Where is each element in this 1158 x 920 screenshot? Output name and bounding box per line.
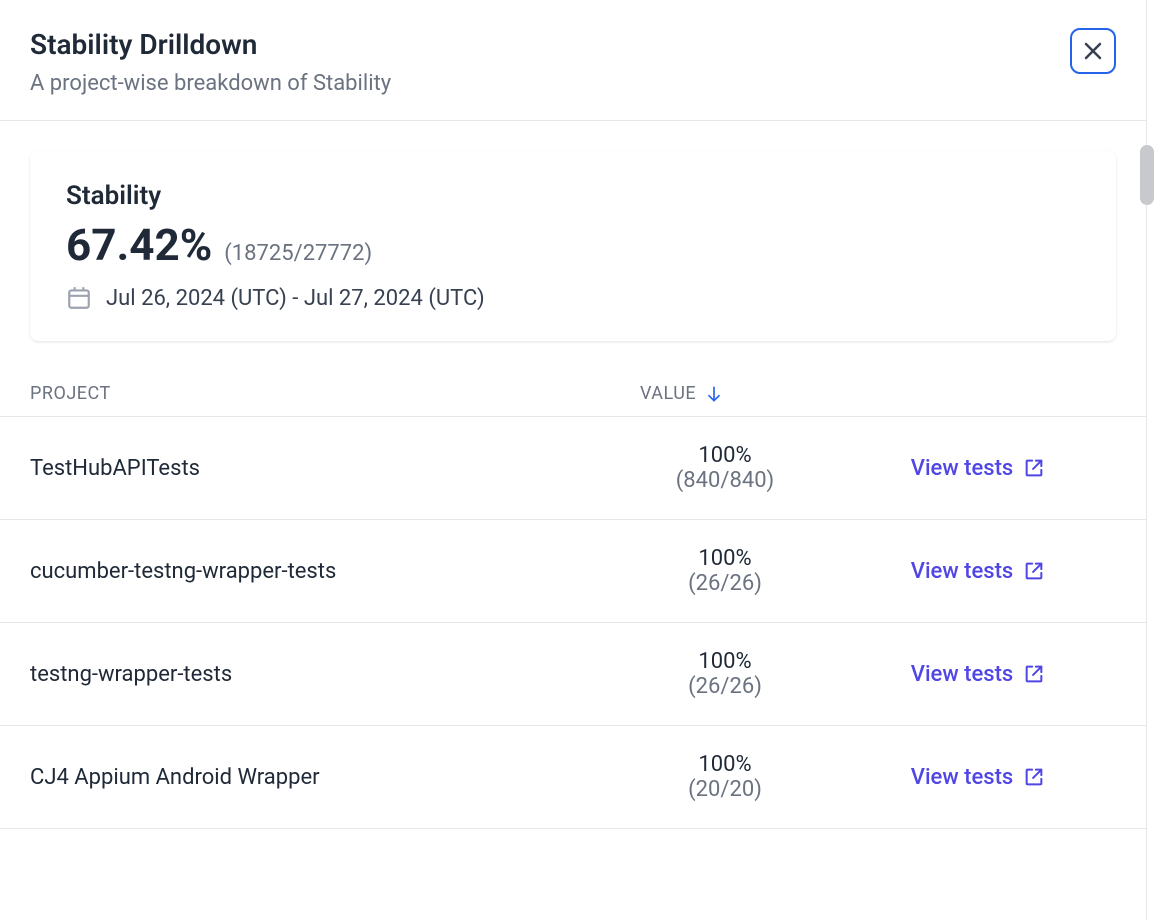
calendar-icon (66, 285, 92, 311)
summary-date-row: Jul 26, 2024 (UTC) - Jul 27, 2024 (UTC) (66, 285, 1080, 311)
external-link-icon (1023, 560, 1045, 582)
view-tests-label: View tests (911, 662, 1013, 687)
view-tests-link[interactable]: View tests (911, 662, 1045, 687)
project-value: 100% (840/840) (610, 443, 840, 493)
stability-summary-card: Stability 67.42% (18725/27772) Jul 26, 2… (30, 151, 1116, 341)
external-link-icon (1023, 663, 1045, 685)
sort-down-icon (704, 384, 724, 404)
page-subtitle: A project-wise breakdown of Stability (30, 71, 1070, 96)
project-fraction: (26/26) (610, 571, 840, 596)
project-value: 100% (26/26) (610, 649, 840, 699)
modal-header: Stability Drilldown A project-wise break… (0, 0, 1146, 121)
close-button[interactable] (1070, 28, 1116, 74)
view-tests-link[interactable]: View tests (911, 765, 1045, 790)
summary-fraction: (18725/27772) (224, 241, 372, 266)
project-value: 100% (20/20) (610, 752, 840, 802)
project-percentage: 100% (610, 752, 840, 777)
summary-title: Stability (66, 181, 1080, 211)
project-action: View tests (840, 559, 1116, 584)
project-value: 100% (26/26) (610, 546, 840, 596)
summary-date-range: Jul 26, 2024 (UTC) - Jul 27, 2024 (UTC) (106, 286, 485, 311)
table-row: testng-wrapper-tests 100% (26/26) View t… (0, 623, 1146, 726)
table-row: cucumber-testng-wrapper-tests 100% (26/2… (0, 520, 1146, 623)
view-tests-link[interactable]: View tests (911, 559, 1045, 584)
project-name: CJ4 Appium Android Wrapper (30, 765, 610, 790)
project-name: testng-wrapper-tests (30, 662, 610, 687)
project-fraction: (20/20) (610, 777, 840, 802)
header-content: Stability Drilldown A project-wise break… (30, 28, 1070, 96)
column-header-value[interactable]: VALUE (640, 383, 840, 404)
view-tests-label: View tests (911, 765, 1013, 790)
project-percentage: 100% (610, 546, 840, 571)
project-fraction: (840/840) (610, 468, 840, 493)
close-icon (1081, 39, 1105, 63)
summary-percentage: 67.42% (66, 219, 212, 271)
project-percentage: 100% (610, 649, 840, 674)
external-link-icon (1023, 457, 1045, 479)
scrollbar-thumb[interactable] (1140, 145, 1154, 205)
view-tests-link[interactable]: View tests (911, 456, 1045, 481)
view-tests-label: View tests (911, 559, 1013, 584)
table-header: PROJECT VALUE (0, 371, 1146, 417)
project-action: View tests (840, 662, 1116, 687)
project-percentage: 100% (610, 443, 840, 468)
project-action: View tests (840, 765, 1116, 790)
external-link-icon (1023, 766, 1045, 788)
page-title: Stability Drilldown (30, 28, 1070, 61)
project-name: cucumber-testng-wrapper-tests (30, 559, 610, 584)
table-row: TestHubAPITests 100% (840/840) View test… (0, 417, 1146, 520)
view-tests-label: View tests (911, 456, 1013, 481)
table-row: CJ4 Appium Android Wrapper 100% (20/20) … (0, 726, 1146, 829)
summary-value-row: 67.42% (18725/27772) (66, 219, 1080, 271)
project-fraction: (26/26) (610, 674, 840, 699)
project-action: View tests (840, 456, 1116, 481)
column-header-value-label: VALUE (640, 383, 696, 404)
column-header-project[interactable]: PROJECT (30, 383, 640, 404)
project-name: TestHubAPITests (30, 456, 610, 481)
